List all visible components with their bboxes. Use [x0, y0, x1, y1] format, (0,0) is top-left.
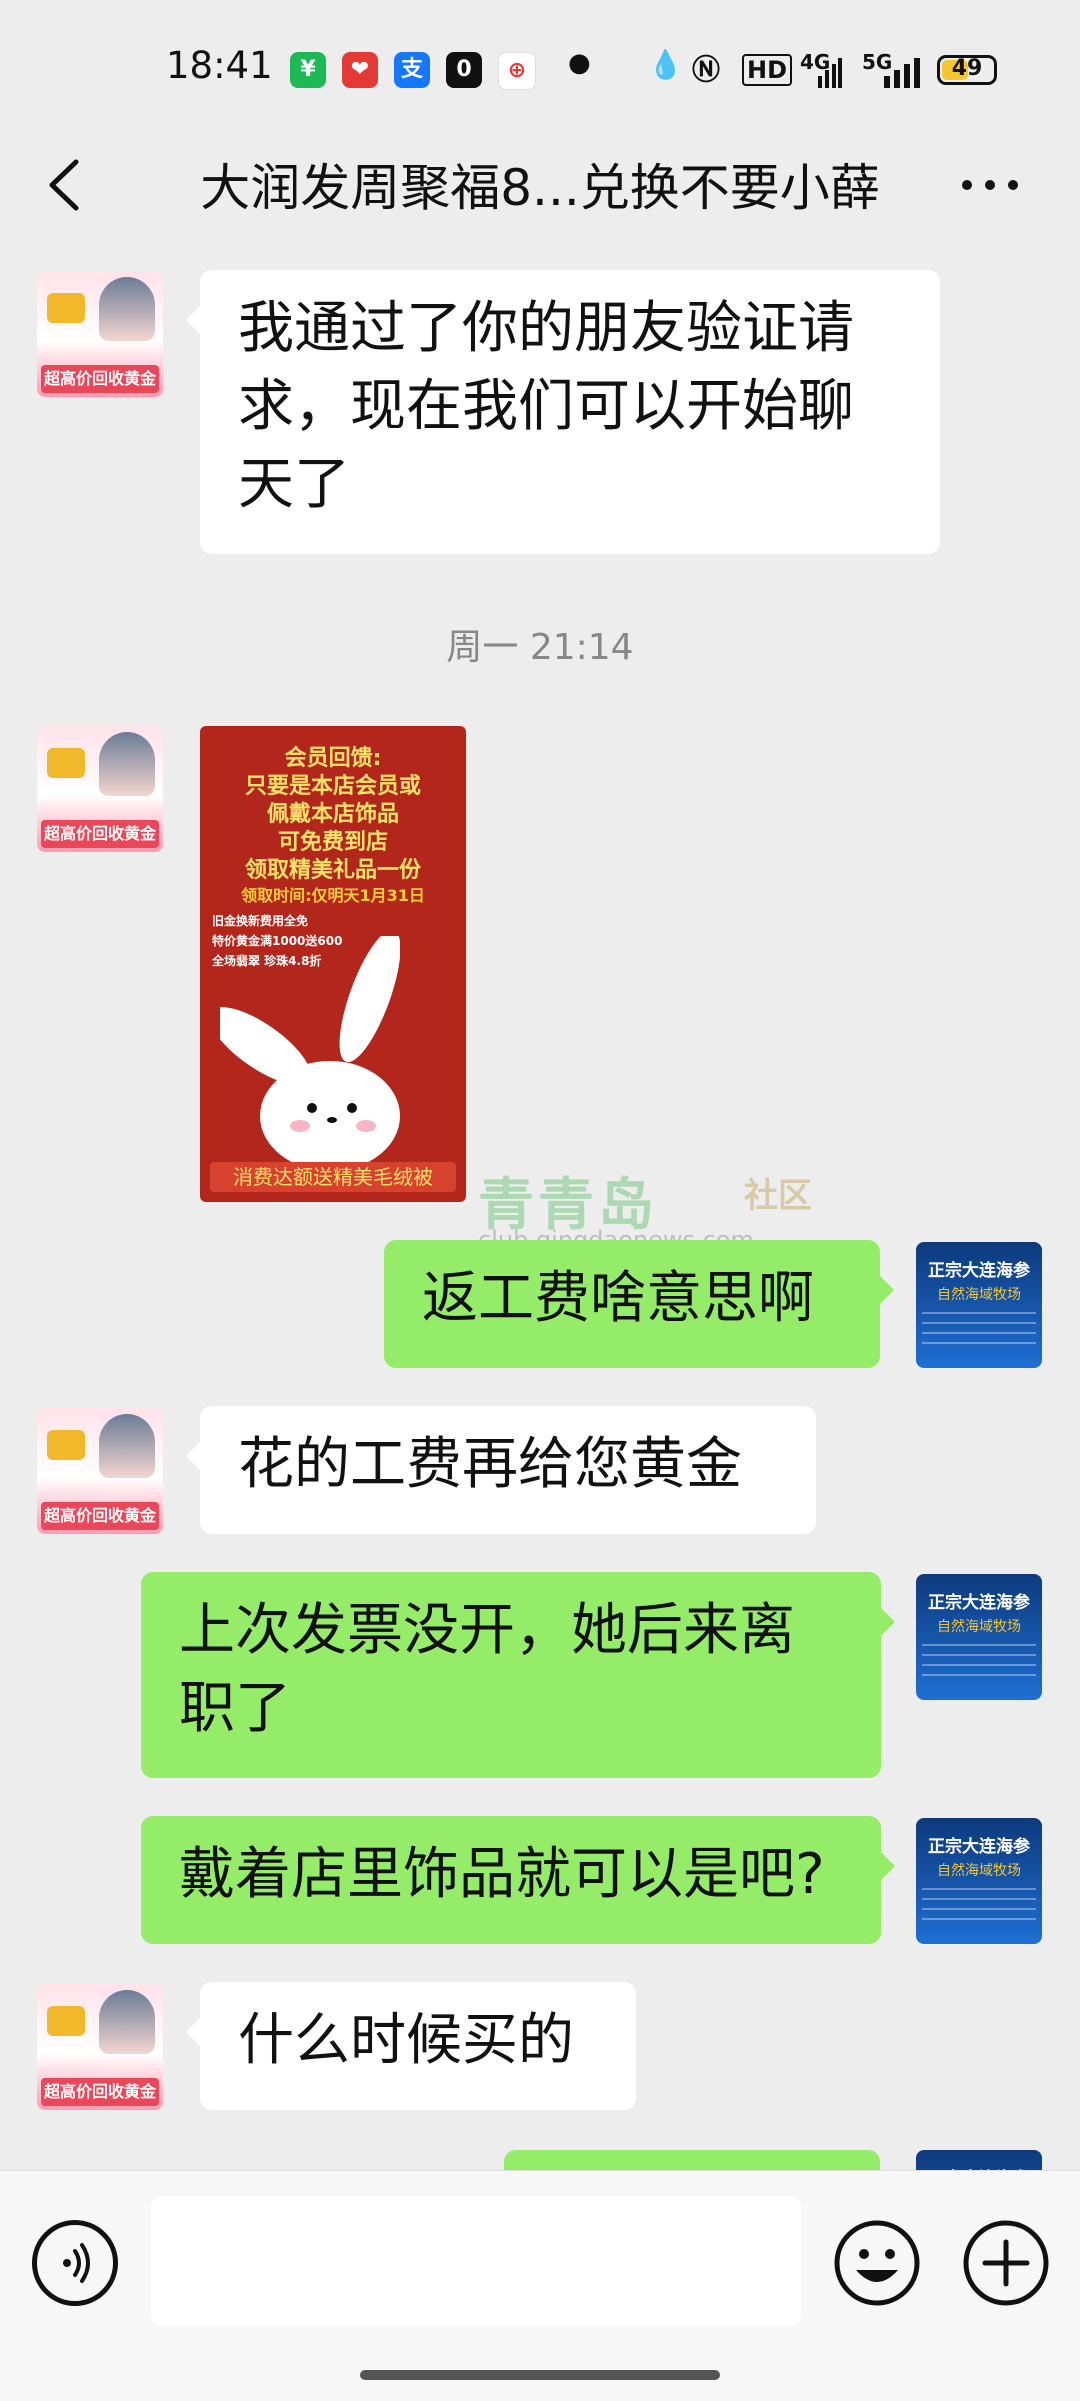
battery-level: 49: [951, 56, 983, 81]
my-avatar[interactable]: 正宗大连海参 自然海域牧场: [916, 1818, 1042, 1944]
message-bubble[interactable]: 上次发票没开，她后来离职了: [141, 1572, 895, 1778]
signal-bars-icon: [818, 58, 842, 88]
avatar-caption: 超高价回收黄金: [41, 820, 159, 848]
wallet-app-icon: ¥: [290, 52, 326, 88]
avatar-subtext: 自然海域牧场: [937, 1287, 1021, 1303]
message-bubble[interactable]: 戴着店里饰品就可以是吧?: [141, 1816, 895, 1944]
my-avatar[interactable]: 正宗大连海参 自然海域牧场: [916, 1242, 1042, 1368]
add-more-icon[interactable]: [961, 2218, 1051, 2308]
message-bubble[interactable]: 什么时候买的: [186, 1982, 636, 2110]
clock: 18:41: [166, 44, 273, 87]
bunny-illustration: [220, 936, 400, 1166]
hd-icon: HD: [742, 54, 793, 86]
home-indicator[interactable]: [360, 2370, 720, 2380]
chat-area[interactable]: 超高价回收黄金 我通过了你的朋友验证请求，现在我们可以开始聊天了 周一 21:1…: [0, 260, 1080, 2170]
dot-icon: ●: [568, 48, 591, 78]
status-bar: 18:41 ¥ ❤ 支 0 ⊕ ● 💧 Ⓝ HD 4G 5G 49: [0, 0, 1080, 130]
poster-line: 领取精美礼品一份: [244, 858, 421, 883]
my-avatar[interactable]: 正宗大连海参: [916, 2150, 1042, 2170]
watermark-section: 社区: [744, 1176, 812, 1216]
message-input[interactable]: [151, 2196, 801, 2326]
avatar-text: 正宗大连海参: [928, 1837, 1030, 1857]
image-message[interactable]: 会员回馈: 只要是本店会员或 佩戴本店饰品 可免费到店 领取精美礼品一份 领取时…: [200, 726, 466, 1202]
poster-line: 领取时间:仅明天1月31日: [241, 886, 425, 905]
poster-item: 旧金换新费用全免: [212, 914, 309, 928]
avatar-caption: 超高价回收黄金: [41, 1502, 159, 1530]
shield-app-icon: ⊕: [498, 52, 536, 90]
signal-bars-5g-icon: [884, 58, 920, 88]
message-bubble[interactable]: 花的工费再给您黄金: [186, 1406, 816, 1534]
more-options-icon[interactable]: [955, 150, 1025, 220]
contact-avatar[interactable]: 超高价回收黄金: [37, 726, 163, 852]
avatar-caption: 超高价回收黄金: [41, 2078, 159, 2106]
battery-icon: 49: [937, 55, 997, 85]
message-bubble[interactable]: 我通过了你的朋友验证请求，现在我们可以开始聊天了: [186, 270, 940, 554]
nfc-icon: Ⓝ: [692, 53, 721, 86]
heart-app-icon: ❤: [342, 52, 378, 88]
avatar-text: 正宗大连海参: [928, 1593, 1030, 1613]
alipay-icon: 支: [394, 52, 430, 88]
my-avatar[interactable]: 正宗大连海参 自然海域牧场: [916, 1574, 1042, 1700]
chat-title: 大润发周聚福8...兑换不要小薛: [200, 159, 880, 217]
emoji-icon[interactable]: [832, 2218, 922, 2308]
poster-footer: 消费达额送精美毛绒被: [210, 1162, 456, 1192]
oppo-app-icon: 0: [446, 52, 482, 88]
contact-avatar[interactable]: 超高价回收黄金: [37, 1408, 163, 1534]
avatar-caption: 超高价回收黄金: [41, 365, 159, 393]
time-separator: 周一 21:14: [446, 627, 634, 668]
message-bubble-partial[interactable]: [504, 2150, 880, 2170]
message-bubble[interactable]: 返工费啥意思啊: [384, 1240, 894, 1368]
water-drop-icon: 💧: [648, 48, 683, 81]
contact-avatar[interactable]: 超高价回收黄金: [37, 1984, 163, 2110]
back-arrow-icon[interactable]: [38, 150, 98, 220]
avatar-subtext: 自然海域牧场: [937, 1619, 1021, 1635]
avatar-text: 正宗大连海参: [928, 1261, 1030, 1281]
voice-input-icon[interactable]: [32, 2220, 118, 2306]
avatar-subtext: 自然海域牧场: [937, 1863, 1021, 1879]
contact-avatar[interactable]: 超高价回收黄金: [37, 271, 163, 397]
